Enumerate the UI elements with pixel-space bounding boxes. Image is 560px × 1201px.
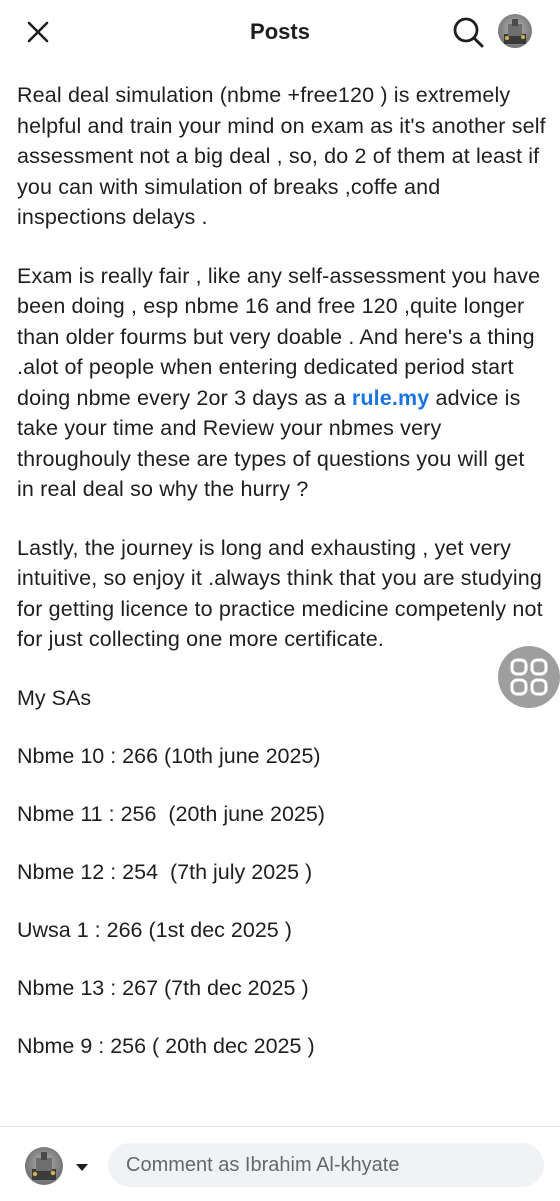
post-link[interactable]: rule.my [352,386,430,410]
search-icon[interactable] [450,14,486,50]
comment-input[interactable] [108,1143,544,1187]
close-icon[interactable] [22,16,54,48]
score-line: Uwsa 1 : 266 (1st dec 2025 ) [17,917,292,942]
caret-down-icon[interactable] [72,1157,92,1177]
page-title: Posts [250,19,310,44]
score-line: Nbme 12 : 254 (7th july 2025 ) [17,859,313,884]
comment-bar [0,1126,560,1201]
floating-menu-button[interactable] [498,646,560,708]
post-paragraph: Real deal simulation (nbme +free120 ) is… [17,83,546,229]
score-line: Nbme 13 : 267 (7th dec 2025 ) [17,975,309,1000]
score-line: Nbme 10 : 266 (10th june 2025) [17,743,321,768]
sas-heading: My SAs [17,685,92,710]
commenter-avatar[interactable] [25,1147,63,1185]
post-paragraph: Lastly, the journey is long and exhausti… [17,535,543,652]
top-bar: Posts [0,0,560,64]
post-paragraph: Exam is really fair , like any self-asse… [17,261,547,505]
grid-icon [510,658,548,696]
post-body: Real deal simulation (nbme +free120 ) is… [17,80,547,1061]
score-line: Nbme 9 : 256 ( 20th dec 2025 ) [17,1033,315,1058]
avatar-image [32,1152,56,1180]
profile-avatar[interactable] [498,14,532,48]
avatar-image [504,19,526,44]
score-line: Nbme 11 : 256 (20th june 2025) [17,801,325,826]
